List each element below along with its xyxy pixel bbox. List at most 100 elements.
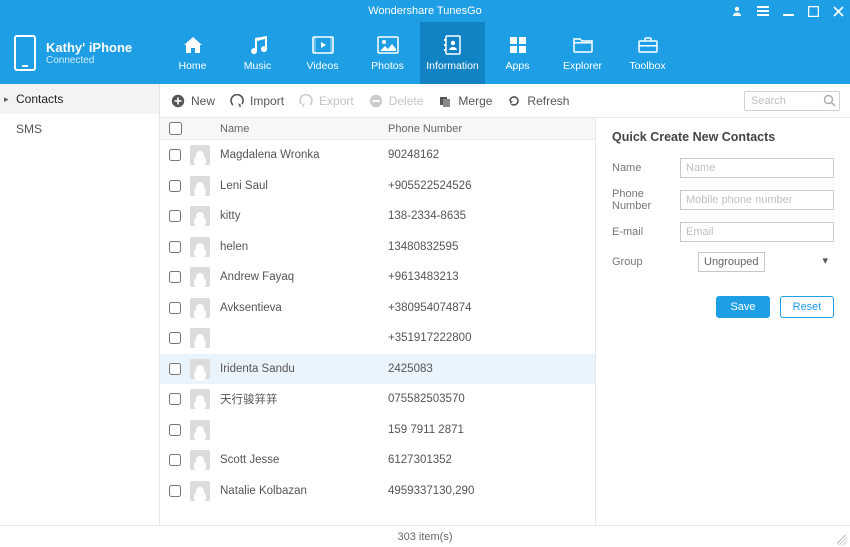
row-checkbox[interactable] [169, 393, 181, 405]
resize-grip-icon[interactable] [837, 535, 847, 545]
export-button: Export [298, 93, 354, 109]
tab-apps[interactable]: Apps [485, 22, 550, 84]
tab-home[interactable]: Home [160, 22, 225, 84]
save-button[interactable]: Save [716, 296, 770, 318]
avatar-icon [190, 450, 210, 470]
tab-photos[interactable]: Photos [355, 22, 420, 84]
apps-icon [506, 34, 530, 56]
select-all-checkbox[interactable] [169, 122, 182, 135]
avatar-icon [190, 145, 210, 165]
contact-phone: 4959337130,290 [388, 485, 595, 497]
contact-phone: 075582503570 [388, 393, 595, 405]
tab-toolbox[interactable]: Toolbox [615, 22, 680, 84]
table-row[interactable]: 天行骏䈂䈂075582503570 [160, 384, 595, 415]
item-count: 303 item(s) [397, 531, 452, 543]
table-row[interactable]: Avksentieva+380954074874 [160, 293, 595, 324]
column-phone[interactable]: Phone Number [388, 123, 595, 135]
table-row[interactable]: Leni Saul+905522524526 [160, 171, 595, 202]
phone-input[interactable] [680, 190, 834, 210]
row-checkbox[interactable] [169, 302, 181, 314]
row-checkbox[interactable] [169, 332, 181, 344]
delete-icon [368, 93, 384, 109]
import-button[interactable]: Import [229, 93, 284, 109]
contact-phone: +905522524526 [388, 180, 595, 192]
contact-phone: 13480832595 [388, 241, 595, 253]
row-checkbox[interactable] [169, 180, 181, 192]
search-box [744, 91, 840, 111]
tab-videos[interactable]: Videos [290, 22, 355, 84]
contact-phone: 2425083 [388, 363, 595, 375]
main-nav: Kathy' iPhone Connected Home Music Video… [0, 22, 850, 84]
email-input[interactable] [680, 222, 834, 242]
menu-icon[interactable] [757, 6, 769, 16]
contact-phone: 6127301352 [388, 454, 595, 466]
close-icon[interactable] [833, 6, 844, 17]
table-row[interactable]: 159 7911 2871 [160, 415, 595, 446]
row-checkbox[interactable] [169, 241, 181, 253]
contact-phone: 159 7911 2871 [388, 424, 595, 436]
contact-name: Iridenta Sandu [218, 363, 388, 375]
row-checkbox[interactable] [169, 363, 181, 375]
contact-phone: 138-2334-8635 [388, 210, 595, 222]
contact-name: helen [218, 241, 388, 253]
search-input[interactable] [744, 91, 840, 111]
table-row[interactable]: helen13480832595 [160, 232, 595, 263]
avatar-icon [190, 176, 210, 196]
plus-icon [170, 93, 186, 109]
contact-name: Natalie Kolbazan [218, 485, 388, 497]
row-checkbox[interactable] [169, 149, 181, 161]
information-icon [441, 34, 465, 56]
explorer-icon [571, 34, 595, 56]
table-row[interactable]: Magdalena Wronka90248162 [160, 140, 595, 171]
row-checkbox[interactable] [169, 424, 181, 436]
table-row[interactable]: Natalie Kolbazan4959337130,290 [160, 476, 595, 507]
minimize-icon[interactable] [783, 6, 794, 17]
new-button[interactable]: New [170, 93, 215, 109]
avatar-icon [190, 206, 210, 226]
contact-phone: +9613483213 [388, 271, 595, 283]
sidebar-item-sms[interactable]: SMS [0, 114, 159, 144]
email-label: E-mail [612, 226, 680, 238]
avatar-icon [190, 420, 210, 440]
group-label: Group [612, 256, 698, 268]
refresh-button[interactable]: Refresh [506, 93, 569, 109]
device-card[interactable]: Kathy' iPhone Connected [0, 22, 160, 84]
row-checkbox[interactable] [169, 271, 181, 283]
table-row[interactable]: Iridenta Sandu2425083 [160, 354, 595, 385]
nav-tabs: Home Music Videos Photos Information App… [160, 22, 680, 84]
list-header: Name Phone Number [160, 118, 595, 140]
user-icon[interactable] [731, 5, 743, 17]
row-checkbox[interactable] [169, 210, 181, 222]
reset-button[interactable]: Reset [780, 296, 834, 318]
row-checkbox[interactable] [169, 485, 181, 497]
music-icon [246, 34, 270, 56]
row-checkbox[interactable] [169, 454, 181, 466]
column-name[interactable]: Name [218, 123, 388, 135]
merge-button[interactable]: Merge [437, 93, 492, 109]
sidebar-item-contacts[interactable]: Contacts [0, 84, 159, 114]
contact-name: kitty [218, 210, 388, 222]
photos-icon [376, 34, 400, 56]
phone-icon [14, 35, 36, 71]
table-row[interactable]: +351917222800 [160, 323, 595, 354]
table-row[interactable]: kitty138-2334-8635 [160, 201, 595, 232]
tab-explorer[interactable]: Explorer [550, 22, 615, 84]
avatar-icon [190, 359, 210, 379]
window-controls [731, 0, 844, 22]
app-title: Wondershare TunesGo [368, 5, 482, 17]
tab-information[interactable]: Information [420, 22, 485, 84]
table-row[interactable]: Andrew Fayaq+9613483213 [160, 262, 595, 293]
contact-name: Avksentieva [218, 302, 388, 314]
contact-name: Magdalena Wronka [218, 149, 388, 161]
status-bar: 303 item(s) [0, 525, 850, 547]
contact-name: Scott Jesse [218, 454, 388, 466]
name-input[interactable] [680, 158, 834, 178]
table-row[interactable]: Scott Jesse6127301352 [160, 445, 595, 476]
group-select[interactable]: Ungrouped [698, 252, 765, 272]
contact-phone: +380954074874 [388, 302, 595, 314]
sidebar-item-label: Contacts [16, 92, 63, 106]
tab-music[interactable]: Music [225, 22, 290, 84]
avatar-icon [190, 481, 210, 501]
toolbox-icon [636, 34, 660, 56]
maximize-icon[interactable] [808, 6, 819, 17]
